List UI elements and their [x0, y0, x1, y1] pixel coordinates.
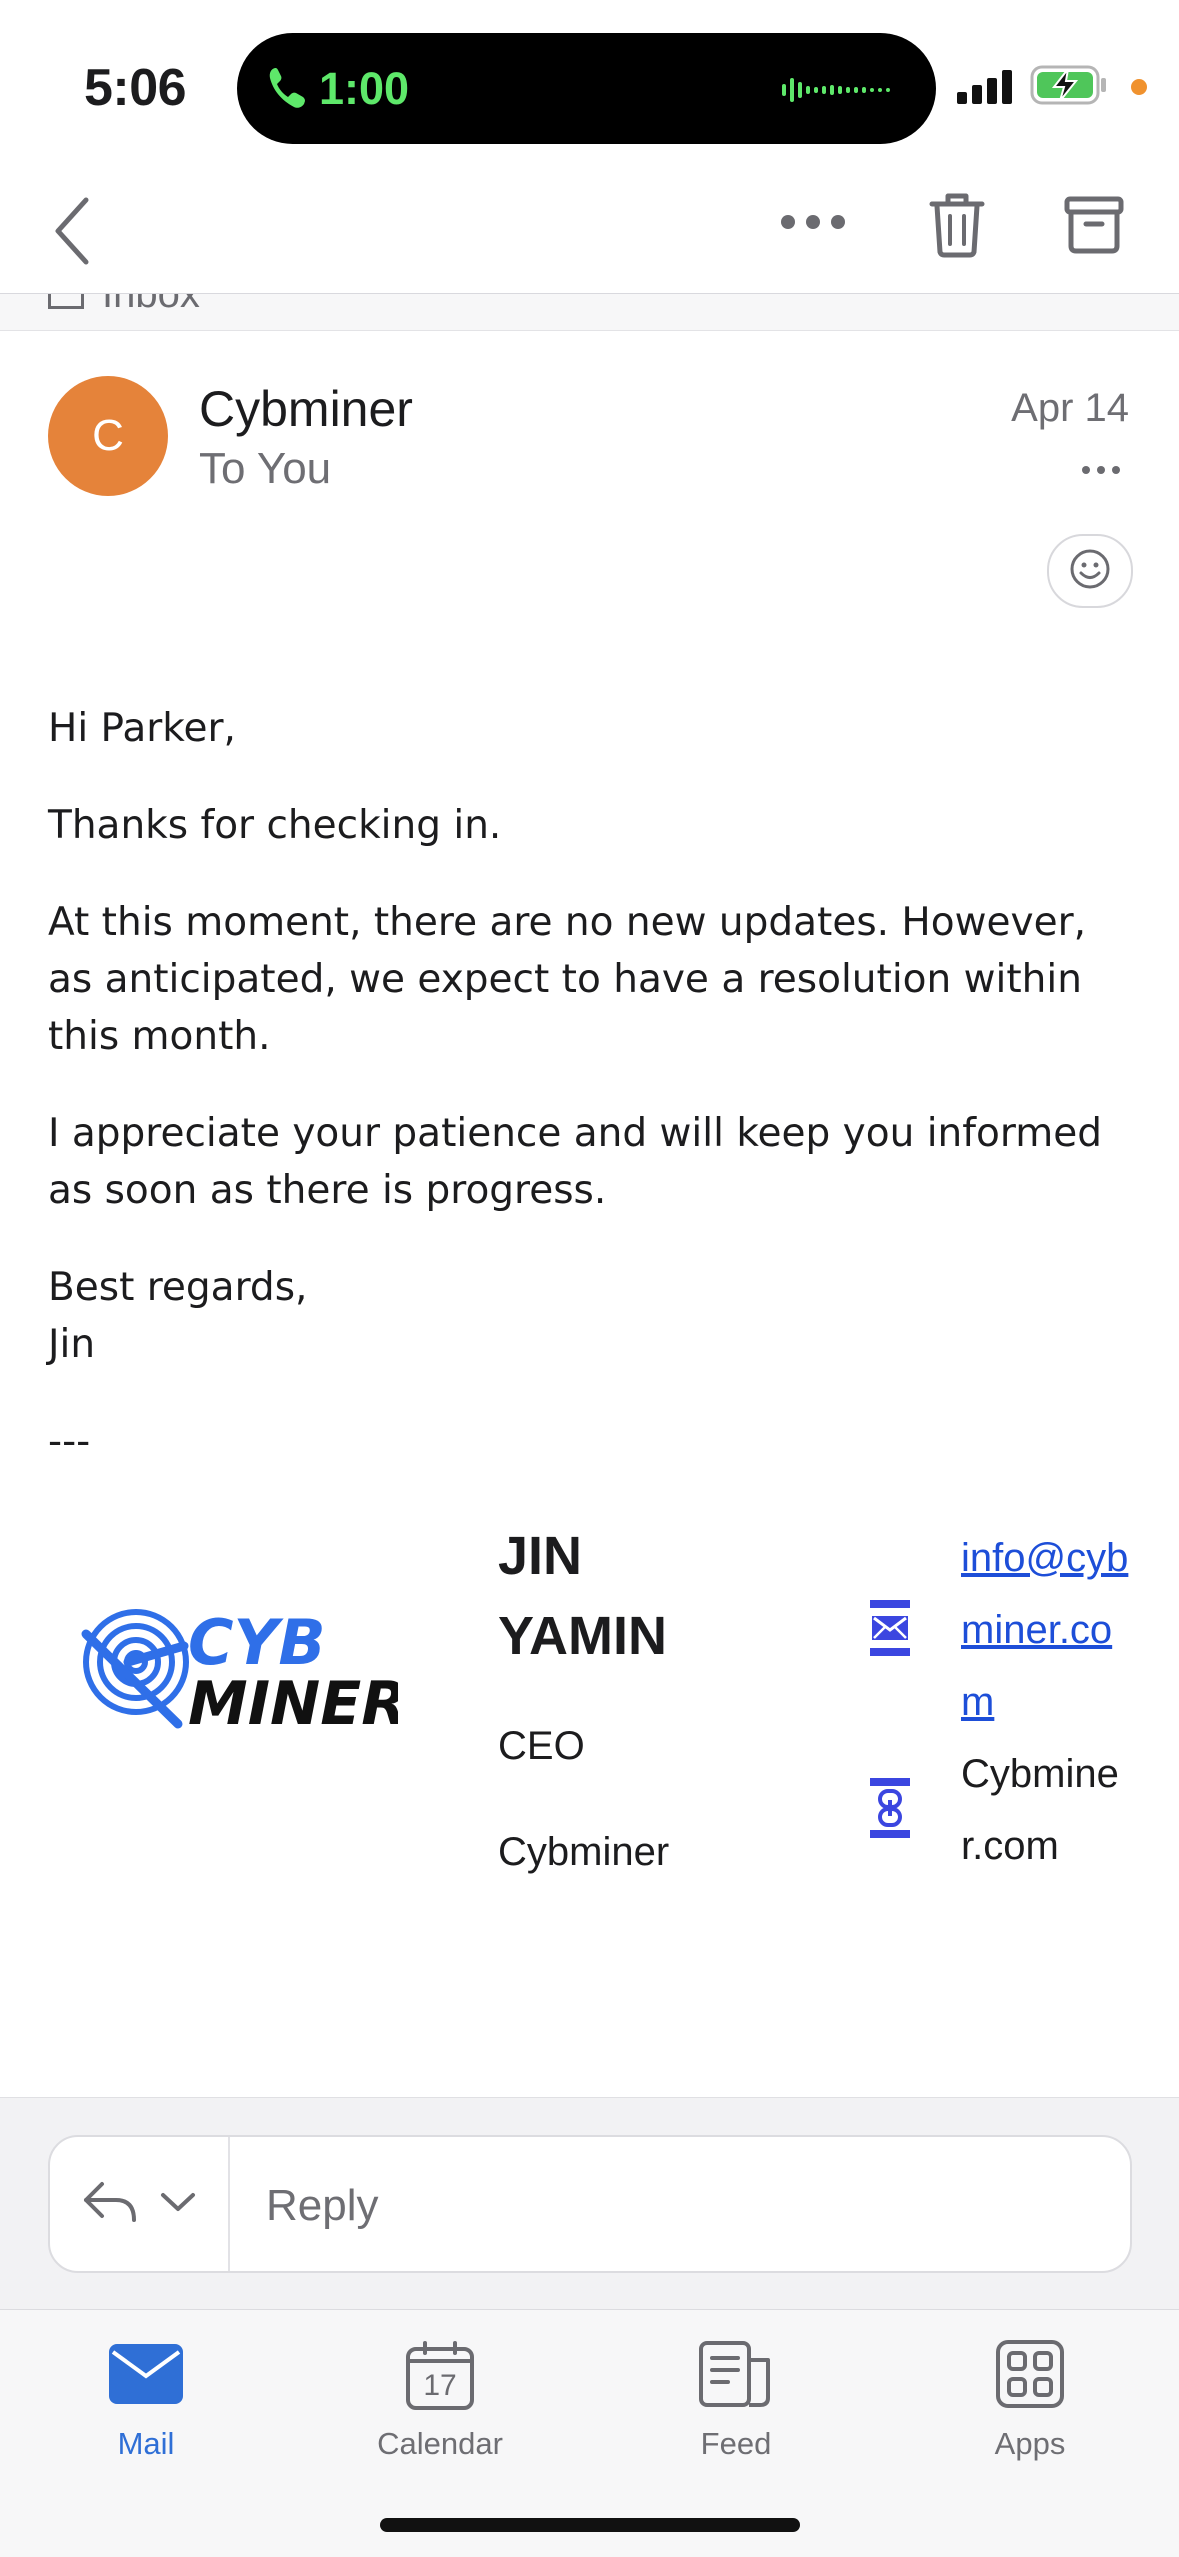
header-divider: [0, 330, 1179, 331]
tab-label: Calendar: [377, 2426, 503, 2461]
reply-arrow-icon: [82, 2180, 138, 2229]
tab-label: Feed: [700, 2426, 772, 2461]
calendar-icon: 17: [405, 2341, 475, 2411]
calendar-day: 17: [423, 2369, 457, 2402]
tab-feed[interactable]: Feed: [636, 2330, 836, 2462]
signature-website-link[interactable]: Cybminer.com: [961, 1738, 1136, 1882]
reply-composer[interactable]: Reply: [48, 2135, 1132, 2273]
privacy-indicator-dot: [1131, 79, 1147, 95]
body-paragraph: I appreciate your patience and will keep…: [48, 1111, 1102, 1213]
signature-separator: ---: [48, 1419, 91, 1464]
smiley-icon: [1069, 548, 1111, 595]
signoff-name: Jin: [48, 1322, 96, 1367]
recipient-line[interactable]: To You: [199, 444, 331, 494]
sender-name[interactable]: Cybminer: [199, 380, 413, 438]
message-more-icon[interactable]: [1081, 462, 1121, 480]
tab-label: Apps: [994, 2426, 1066, 2461]
tab-mail[interactable]: Mail: [46, 2330, 246, 2462]
signature-name: JIN YAMIN: [498, 1526, 668, 1666]
message-body: Hi Parker, Thanks for checking in. At th…: [48, 700, 1138, 1470]
greeting: Hi Parker,: [48, 706, 236, 751]
body-paragraph: Thanks for checking in.: [48, 803, 502, 848]
feed-icon: [698, 2340, 774, 2413]
logo-text-line2: MINER: [188, 1669, 398, 1730]
dynamic-island-call[interactable]: 1:00: [237, 33, 936, 144]
phone-icon: [267, 66, 307, 115]
home-indicator[interactable]: [380, 2518, 800, 2532]
status-time: 5:06: [84, 59, 187, 117]
sender-avatar[interactable]: C: [48, 376, 168, 496]
signature-company: Cybminer: [498, 1830, 670, 1874]
tab-calendar[interactable]: 17 Calendar: [340, 2330, 540, 2462]
email-icon: [870, 1600, 910, 1661]
folder-breadcrumb[interactable]: Inbox: [0, 294, 1179, 330]
closing-line: Best regards,: [48, 1265, 308, 1310]
message-date: Apr 14: [1011, 386, 1129, 430]
mail-icon: [109, 2343, 183, 2409]
cellular-signal-icon: [957, 70, 1015, 109]
add-reaction-button[interactable]: [1047, 534, 1133, 608]
reply-input[interactable]: Reply: [266, 2181, 379, 2231]
closing: Best regards, Jin: [48, 1259, 1138, 1373]
apps-grid-icon: [995, 2339, 1065, 2414]
cybminer-logo: CYB MINER: [78, 1606, 407, 1739]
trash-icon[interactable]: [926, 192, 988, 263]
call-timer: 1:00: [319, 63, 410, 114]
archive-box-icon[interactable]: [1064, 196, 1124, 259]
reply-options-button[interactable]: [50, 2137, 230, 2271]
signature-email-link[interactable]: info@cybminer.com: [961, 1522, 1136, 1738]
tab-label: Mail: [117, 2426, 175, 2461]
link-icon: [870, 1778, 910, 1843]
battery-charging-icon: [1030, 63, 1110, 112]
reply-bar: Reply: [0, 2097, 1179, 2310]
ellipsis-icon[interactable]: [780, 214, 846, 235]
message-toolbar: [0, 170, 1179, 290]
chevron-down-icon: [160, 2191, 196, 2218]
body-paragraph: At this moment, there are no new updates…: [48, 900, 1087, 1059]
tab-apps[interactable]: Apps: [930, 2330, 1130, 2462]
chevron-left-icon[interactable]: [52, 196, 92, 271]
signature-title: CEO: [498, 1724, 585, 1768]
audio-waveform-icon: [782, 70, 902, 115]
folder-label: Inbox: [102, 294, 200, 316]
inbox-icon: [48, 294, 84, 309]
